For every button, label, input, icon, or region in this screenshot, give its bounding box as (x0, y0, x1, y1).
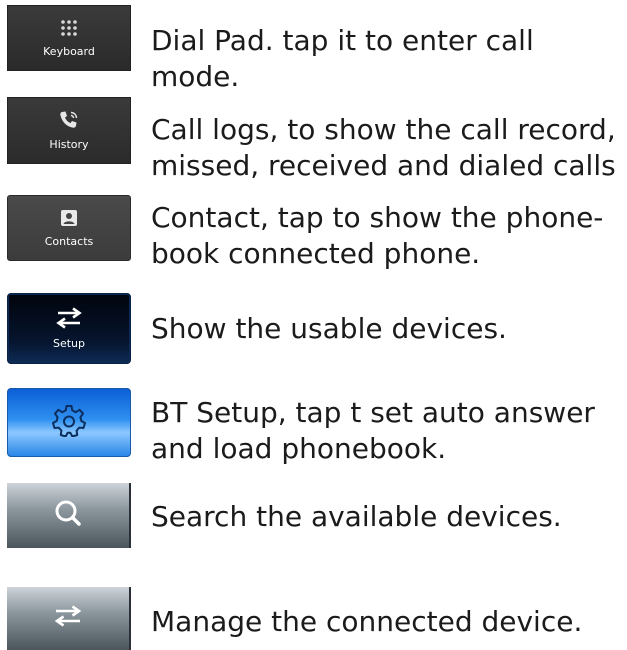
search-icon (53, 498, 83, 533)
setup-button[interactable]: Setup (7, 293, 131, 364)
contacts-button-label: Contacts (44, 234, 94, 248)
search-button[interactable] (7, 483, 131, 548)
search-description: Search the available devices. (151, 500, 562, 533)
swap-arrows-icon (53, 604, 83, 633)
manage-device-button[interactable] (7, 587, 131, 650)
bt-setup-description: BT Setup, tap t set auto answer and load… (151, 396, 595, 465)
dialpad-icon (59, 19, 79, 42)
contact-card-icon (60, 209, 78, 232)
history-description: Call logs, to show the call record, miss… (151, 113, 616, 182)
contacts-description: Contact, tap to show the phone-book conn… (151, 201, 604, 270)
keyboard-button-label: Keyboard (43, 44, 95, 58)
history-button[interactable]: History (7, 97, 131, 164)
keyboard-button[interactable]: Keyboard (7, 5, 131, 71)
bt-setup-button[interactable] (7, 388, 131, 457)
manage-device-description: Manage the connected device. (151, 605, 583, 638)
setup-description: Show the usable devices. (151, 312, 507, 345)
keyboard-description: Dial Pad. tap it to enter call mode. (151, 24, 534, 93)
swap-arrows-icon (55, 307, 83, 334)
gear-icon (52, 403, 86, 442)
history-button-label: History (49, 138, 89, 151)
setup-button-label: Setup (52, 337, 86, 350)
phone-call-icon (58, 110, 80, 135)
contacts-button[interactable]: Contacts (7, 195, 131, 261)
